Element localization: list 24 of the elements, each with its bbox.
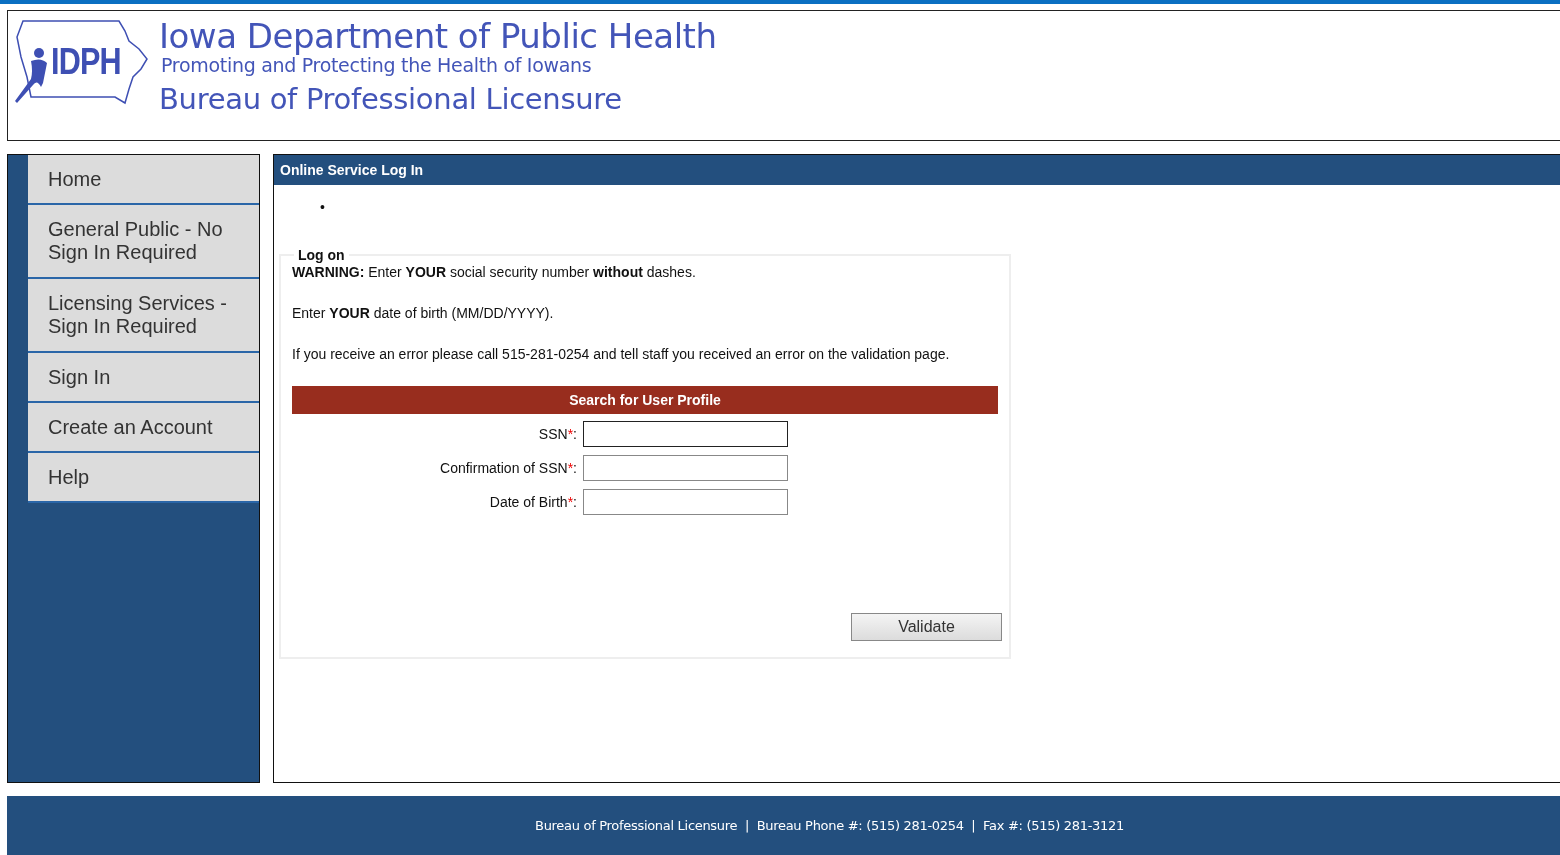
validate-button[interactable]: Validate bbox=[851, 613, 1002, 641]
nav-item[interactable]: Home bbox=[28, 155, 259, 205]
logo-text: IDPH bbox=[51, 41, 121, 83]
nav-item[interactable]: General Public - No Sign In Required bbox=[28, 205, 259, 279]
nav-item[interactable]: Create an Account bbox=[28, 403, 259, 453]
field-label: Date of Birth*: bbox=[488, 494, 578, 510]
instruction-text: If you receive an error please call 515-281-0254 and tell staff you received an error on the validation page. bbox=[292, 345, 951, 363]
footer-text: Bureau of Professional Licensure | Bureau Phone #: (515) 281-0254 | Fax #: (515) 281-3121 bbox=[535, 818, 1124, 833]
section-header: Search for User Profile bbox=[292, 386, 998, 414]
bureau-title: Bureau of Professional Licensure bbox=[159, 81, 623, 117]
input-field[interactable] bbox=[583, 455, 788, 481]
field-label: Confirmation of SSN*: bbox=[439, 460, 578, 476]
fieldset-legend: Log on bbox=[294, 247, 349, 263]
nav-item[interactable]: Licensing Services - Sign In Required bbox=[28, 279, 259, 353]
panel-header: Online Service Log In bbox=[274, 155, 1560, 185]
nav-item[interactable]: Sign In bbox=[28, 353, 259, 403]
input-field[interactable] bbox=[583, 489, 788, 515]
instruction-text: WARNING: Enter YOUR social security number without dashes. bbox=[292, 263, 697, 281]
field-label: SSN*: bbox=[537, 426, 578, 442]
nav-item[interactable]: Help bbox=[28, 453, 259, 503]
input-field[interactable] bbox=[583, 421, 788, 447]
site-tagline: Promoting and Protecting the Health of Iowans bbox=[161, 55, 593, 75]
bullet-mark: • bbox=[320, 199, 326, 217]
instruction-text: Enter YOUR date of birth (MM/DD/YYYY). bbox=[292, 304, 555, 322]
